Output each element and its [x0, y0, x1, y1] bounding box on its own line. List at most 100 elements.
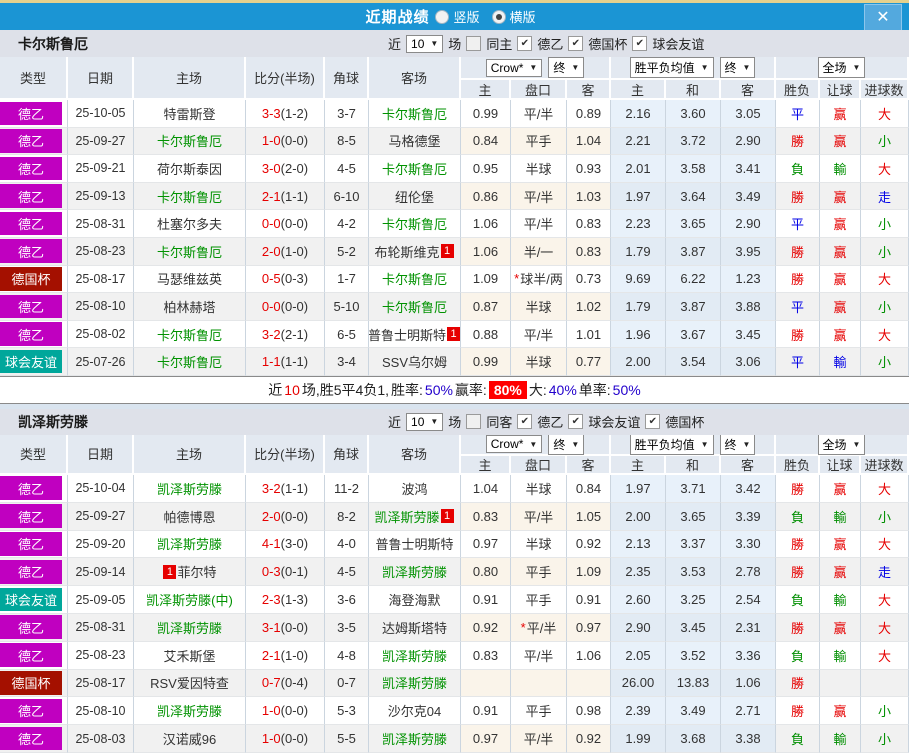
result-cell: 負	[776, 641, 820, 670]
dropdown-arrow-icon: ▼	[430, 39, 439, 48]
handicap-cell: 半球	[511, 530, 567, 559]
result-cell: 勝	[776, 182, 820, 211]
same-venue-label: 同客	[486, 415, 513, 431]
odds-company-select-0[interactable]: Crow* ▼	[485, 58, 543, 77]
score-cell: 1-1 (1-1)	[246, 348, 325, 376]
odds-company-select-1[interactable]: Crow* ▼	[485, 435, 543, 454]
match-row[interactable]: 德乙 25-08-31 杜塞尔多夫 0-0 (0-0) 4-2 卡尔斯鲁厄 1.0…	[0, 210, 909, 238]
avg-draw-cell: 3.72	[666, 127, 721, 156]
rank-badge: 1	[447, 327, 460, 342]
match-row[interactable]: 德乙 25-08-10 柏林赫塔 0-0 (0-0) 5-10 卡尔斯鲁厄 0.8…	[0, 293, 909, 321]
home-team-cell: 凯泽斯劳滕	[134, 530, 246, 559]
home-odds-cell: 0.99	[461, 100, 511, 128]
competition-badge: 德乙	[0, 101, 62, 126]
handicap-cell: 平手	[511, 127, 567, 156]
avg-draw-cell: 13.83	[666, 669, 721, 698]
checkbox-league-0-0[interactable]: ✔	[517, 36, 533, 51]
summary-part: 80%	[488, 380, 527, 399]
match-row[interactable]: 德乙 25-08-02 卡尔斯鲁厄 3-2 (2-1) 6-5 普鲁士明斯特 1 0…	[0, 320, 909, 349]
avg-home-cell: 2.00	[611, 502, 666, 531]
match-row[interactable]: 德乙 25-08-23 艾禾斯堡 2-1 (1-0) 4-8 凯泽斯劳滕 0.83…	[0, 641, 909, 670]
fulltime-group-header: 全场 ▼	[776, 433, 909, 456]
competition-cell: 德乙	[0, 697, 68, 726]
col-header: 角球	[325, 434, 369, 475]
match-row[interactable]: 德乙 25-09-21 荷尔斯泰因 3-0 (2-0) 4-5 卡尔斯鲁厄 0.9…	[0, 155, 909, 183]
handicap-cell: 平手	[511, 586, 567, 614]
avg-final-select-0[interactable]: 终 ▼	[719, 57, 756, 78]
match-count-select-0[interactable]: 10 ▼	[406, 34, 444, 53]
home-odds-cell: 0.83	[461, 641, 511, 670]
summary-part: 场,胜5平4负1,	[301, 381, 390, 398]
odds-group-header: Crow* ▼ 终 ▼	[461, 57, 611, 80]
match-row[interactable]: 德乙 25-08-03 汉诺威96 1-0 (0-0) 5-5 凯泽斯劳滕 0.9…	[0, 725, 909, 753]
odds-final-select-0[interactable]: 终 ▼	[548, 57, 585, 78]
avg-home-cell: 2.23	[611, 210, 666, 238]
close-button[interactable]: ✕	[864, 4, 902, 31]
col-header: 角球	[325, 57, 369, 100]
avg-select-1[interactable]: 胜平负均值 ▼	[629, 433, 714, 455]
result-cell: 輸	[820, 502, 861, 531]
team-name: 卡尔斯鲁厄	[381, 272, 447, 288]
avg-home-cell: 1.79	[611, 293, 666, 321]
match-row[interactable]: 球会友谊 25-07-26 卡尔斯鲁厄 1-1 (1-1) 3-4 SSV乌尔姆 …	[0, 348, 909, 376]
avg-select-0[interactable]: 胜平负均值 ▼	[629, 57, 714, 78]
fulltime-select-0[interactable]: 全场 ▼	[817, 57, 866, 78]
score-cell: 3-1 (0-0)	[246, 613, 325, 642]
competition-badge: 德乙	[0, 322, 62, 346]
result-cell: 赢	[820, 182, 861, 211]
result-cell: 赢	[820, 697, 861, 726]
corners-cell: 3-7	[325, 100, 369, 128]
league-label: 德国杯	[665, 415, 705, 431]
sub-col-header: 客	[721, 455, 776, 475]
checkbox-league-1-2[interactable]: ✔	[645, 414, 661, 430]
match-row[interactable]: 德乙 25-08-23 卡尔斯鲁厄 2-0 (1-0) 5-2 布轮斯维克 1 1.…	[0, 237, 909, 266]
team-name: 凯泽斯劳滕	[156, 481, 222, 497]
radio-vertical-layout[interactable]	[435, 9, 450, 24]
avg-final-select-0-value: 终	[724, 61, 737, 75]
match-row[interactable]: 德乙 25-08-10 凯泽斯劳滕 1-0 (0-0) 5-3 沙尔克04 0.9…	[0, 697, 909, 726]
checkbox-league-1-0[interactable]: ✔	[517, 414, 533, 430]
match-row[interactable]: 德乙 25-09-14 1 菲尔特 0-3 (0-1) 4-5 凯泽斯劳滕 0.80…	[0, 558, 909, 587]
result-cell: 走	[861, 558, 909, 587]
col-header: 日期	[68, 434, 134, 475]
match-row[interactable]: 德乙 25-10-05 特雷斯登 3-3 (1-2) 3-7 卡尔斯鲁厄 0.99…	[0, 100, 909, 128]
home-team-cell: 卡尔斯鲁厄	[134, 237, 246, 266]
match-row[interactable]: 德乙 25-09-27 卡尔斯鲁厄 1-0 (0-0) 8-5 马格德堡 0.84…	[0, 127, 909, 156]
competition-cell: 德乙	[0, 558, 68, 587]
checkbox-league-0-2[interactable]: ✔	[632, 36, 648, 51]
result-cell: 輸	[820, 586, 861, 614]
match-row[interactable]: 德乙 25-10-04 凯泽斯劳滕 3-2 (1-1) 11-2 波鸿 1.04 …	[0, 474, 909, 503]
result-cell: 小	[861, 237, 909, 266]
competition-cell: 德乙	[0, 320, 68, 349]
dropdown-arrow-icon: ▼	[700, 63, 709, 72]
match-row[interactable]: 德乙 25-09-20 凯泽斯劳滕 4-1 (3-0) 4-0 普鲁士明斯特 0.…	[0, 530, 909, 559]
avg-home-cell: 1.79	[611, 237, 666, 266]
checkbox-league-0-1[interactable]: ✔	[568, 36, 584, 51]
fulltime-select-1[interactable]: 全场 ▼	[817, 433, 866, 455]
score-cell: 0-5 (0-3)	[246, 265, 325, 294]
checkbox-league-1-1[interactable]: ✔	[568, 414, 584, 430]
match-row[interactable]: 德乙 25-09-27 帕德博恩 2-0 (0-0) 8-2 凯泽斯劳滕 1 0.8…	[0, 502, 909, 531]
checkbox-same-venue-0[interactable]	[466, 36, 482, 51]
handicap-cell: 平手	[511, 558, 567, 587]
match-row[interactable]: 球会友谊 25-09-05 凯泽斯劳滕(中) 2-3 (1-3) 3-6 海登海默…	[0, 586, 909, 614]
sub-col-header: 客	[567, 455, 611, 475]
match-row[interactable]: 德乙 25-08-31 凯泽斯劳滕 3-1 (0-0) 3-5 达姆斯塔特 0.9…	[0, 613, 909, 642]
competition-cell: 德乙	[0, 237, 68, 266]
result-cell: 勝	[776, 530, 820, 559]
match-row[interactable]: 德国杯 25-08-17 马瑟维兹英 0-5 (0-3) 1-7 卡尔斯鲁厄 1.…	[0, 265, 909, 294]
home-odds-cell: 0.91	[461, 697, 511, 726]
avg-final-select-1[interactable]: 终 ▼	[719, 433, 756, 455]
away-odds-cell: 0.93	[567, 155, 611, 183]
avg-away-cell: 1.23	[721, 265, 776, 294]
score-cell: 1-0 (0-0)	[246, 697, 325, 726]
match-row[interactable]: 德乙 25-09-13 卡尔斯鲁厄 2-1 (1-1) 6-10 纽伦堡 0.86…	[0, 182, 909, 211]
checkbox-same-venue-1[interactable]	[466, 414, 482, 430]
radio-horizontal-layout[interactable]	[491, 9, 506, 24]
match-row[interactable]: 德国杯 25-08-17 RSV爱因特查 0-7 (0-4) 0-7 凯泽斯劳滕 …	[0, 669, 909, 698]
col-header: 客场	[369, 57, 461, 100]
competition-cell: 德乙	[0, 641, 68, 670]
odds-final-select-1[interactable]: 终 ▼	[548, 433, 585, 455]
home-odds-cell: 0.83	[461, 502, 511, 531]
match-count-select-1[interactable]: 10 ▼	[406, 412, 444, 431]
